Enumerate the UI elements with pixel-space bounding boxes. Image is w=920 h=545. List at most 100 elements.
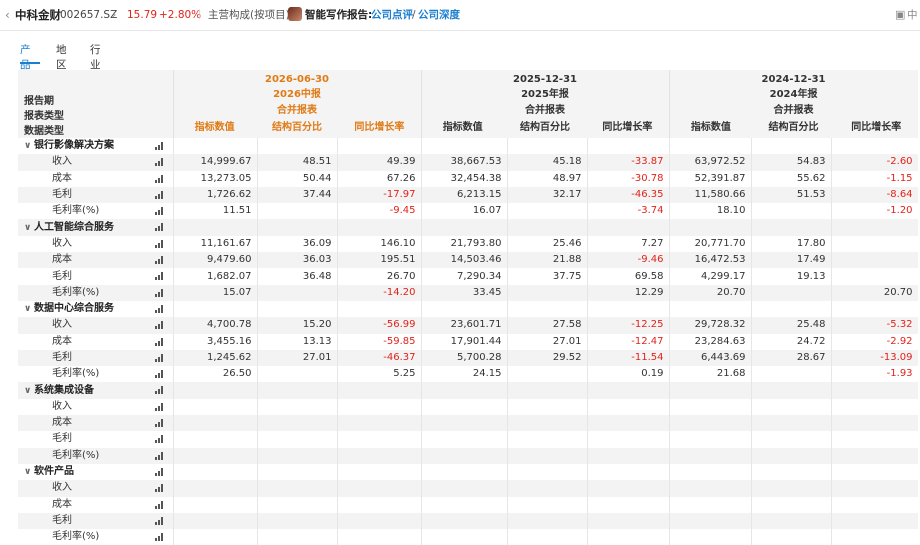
bar-chart-icon[interactable] bbox=[154, 353, 165, 362]
value-cell bbox=[751, 366, 832, 383]
bar-chart-icon[interactable] bbox=[154, 370, 165, 379]
value-cell: -46.35 bbox=[587, 186, 670, 204]
value-cell: 23,601.71 bbox=[421, 317, 508, 334]
bar-chart-icon[interactable] bbox=[154, 402, 165, 411]
chevron-right-icon[interactable]: › bbox=[112, 8, 116, 22]
bar-chart-icon[interactable] bbox=[154, 207, 165, 216]
bar-chart-icon[interactable] bbox=[154, 467, 165, 476]
value-cell bbox=[831, 382, 918, 399]
row-label-cell: 收入 bbox=[18, 398, 174, 416]
company-review-link[interactable]: 公司点评 bbox=[371, 8, 413, 22]
value-cell bbox=[173, 431, 258, 448]
row-label: 毛利率(%) bbox=[52, 531, 100, 543]
value-cell: 17,901.44 bbox=[421, 333, 508, 350]
value-cell: 20.70 bbox=[669, 284, 752, 301]
row-label-cell: 成本 bbox=[18, 496, 174, 513]
value-cell: -12.25 bbox=[587, 317, 670, 334]
value-cell: 32.17 bbox=[507, 186, 588, 204]
value-cell bbox=[421, 529, 508, 545]
bar-chart-icon[interactable] bbox=[154, 451, 165, 460]
table-row: 毛利率(%) 26.50 5.25 24.15 0.19 21.68 -1.93 bbox=[18, 366, 918, 383]
meta-header-cell: 报告期 报表类型 数据类型 bbox=[18, 70, 174, 138]
table-row: 收入 bbox=[18, 480, 918, 497]
value-cell bbox=[507, 382, 588, 399]
tab-region[interactable]: 地区 bbox=[56, 42, 67, 72]
col-yoy-header: 同比增长率 bbox=[602, 122, 653, 133]
value-cell: 1,682.07 bbox=[173, 268, 258, 285]
bar-chart-icon[interactable] bbox=[154, 435, 165, 444]
value-cell: 50.44 bbox=[257, 170, 338, 187]
value-cell bbox=[257, 480, 338, 497]
value-cell: -1.93 bbox=[831, 366, 918, 383]
value-cell: 19.13 bbox=[751, 268, 832, 285]
panel-toggle-label[interactable]: 中 bbox=[907, 8, 918, 22]
price-change: +2.80% bbox=[159, 9, 202, 21]
stock-name: 中科金财 bbox=[15, 8, 61, 22]
bar-chart-icon[interactable] bbox=[154, 272, 165, 281]
bar-chart-icon[interactable] bbox=[154, 337, 165, 346]
tab-product[interactable]: 产品 bbox=[20, 42, 31, 72]
collapse-caret-icon[interactable]: ∨ bbox=[24, 464, 34, 480]
value-cell bbox=[751, 529, 832, 545]
value-cell bbox=[507, 496, 588, 513]
bar-chart-icon[interactable] bbox=[154, 288, 165, 297]
collapse-caret-icon[interactable]: ∨ bbox=[24, 301, 34, 317]
value-cell bbox=[257, 447, 338, 464]
value-cell bbox=[587, 382, 670, 399]
value-cell bbox=[257, 398, 338, 416]
group-row[interactable]: ∨ 银行影像解决方案 bbox=[18, 138, 918, 155]
value-cell: 1,726.62 bbox=[173, 186, 258, 204]
bar-chart-icon[interactable] bbox=[154, 321, 165, 330]
value-cell: 4,700.78 bbox=[173, 317, 258, 334]
table-row: 成本 bbox=[18, 496, 918, 513]
value-cell bbox=[669, 496, 752, 513]
group-row[interactable]: ∨ 软件产品 bbox=[18, 463, 918, 481]
collapse-caret-icon[interactable]: ∨ bbox=[24, 138, 34, 154]
collapse-caret-icon[interactable]: ∨ bbox=[24, 383, 34, 399]
value-cell bbox=[173, 496, 258, 513]
bar-chart-icon[interactable] bbox=[154, 190, 165, 199]
panel-toggle-icon[interactable]: ▣ bbox=[895, 8, 905, 22]
col-value-header: 指标数值 bbox=[442, 122, 483, 133]
value-cell: 25.46 bbox=[507, 235, 588, 253]
bar-chart-icon[interactable] bbox=[154, 174, 165, 183]
group-row[interactable]: ∨ 数据中心综合服务 bbox=[18, 300, 918, 318]
row-label-cell: 毛利率(%) bbox=[18, 529, 174, 545]
bar-chart-icon[interactable] bbox=[154, 484, 165, 493]
value-cell bbox=[669, 398, 752, 416]
group-row[interactable]: ∨ 人工智能综合服务 bbox=[18, 219, 918, 236]
bar-chart-icon[interactable] bbox=[154, 239, 165, 248]
value-cell bbox=[337, 431, 422, 448]
bar-chart-icon[interactable] bbox=[154, 142, 165, 150]
value-cell bbox=[669, 447, 752, 464]
bar-chart-icon[interactable] bbox=[154, 533, 165, 542]
bar-chart-icon[interactable] bbox=[154, 386, 165, 395]
bar-chart-icon[interactable] bbox=[154, 158, 165, 167]
value-cell bbox=[173, 382, 258, 399]
table-row: 收入 11,161.67 36.09 146.10 21,793.80 25.46 7.27… bbox=[18, 235, 918, 253]
group-row[interactable]: ∨ 系统集成设备 bbox=[18, 382, 918, 399]
chevron-left-icon[interactable]: ‹ bbox=[5, 8, 10, 22]
collapse-caret-icon[interactable]: ∨ bbox=[24, 220, 34, 236]
period-name: 2026中报 bbox=[273, 89, 321, 100]
value-cell: 24.72 bbox=[751, 333, 832, 350]
table-row: 成本 13,273.05 50.44 67.26 32,454.38 48.97 -30.7… bbox=[18, 170, 918, 187]
value-cell bbox=[587, 447, 670, 464]
row-label-cell: ∨ 软件产品 bbox=[18, 463, 174, 481]
value-cell bbox=[337, 219, 422, 236]
bar-chart-icon[interactable] bbox=[154, 500, 165, 509]
value-cell bbox=[831, 398, 918, 416]
bar-chart-icon[interactable] bbox=[154, 419, 165, 428]
value-cell bbox=[507, 480, 588, 497]
value-cell bbox=[257, 529, 338, 545]
bar-chart-icon[interactable] bbox=[154, 304, 165, 313]
period-date: 2025-12-31 bbox=[513, 74, 577, 85]
value-cell bbox=[751, 447, 832, 464]
bar-chart-icon[interactable] bbox=[154, 223, 165, 232]
value-cell: 38,667.53 bbox=[421, 154, 508, 171]
company-depth-link[interactable]: 公司深度 bbox=[418, 8, 460, 22]
tab-industry[interactable]: 行业 bbox=[90, 42, 101, 72]
row-label: 成本 bbox=[52, 172, 72, 184]
bar-chart-icon[interactable] bbox=[154, 516, 165, 525]
bar-chart-icon[interactable] bbox=[154, 256, 165, 265]
